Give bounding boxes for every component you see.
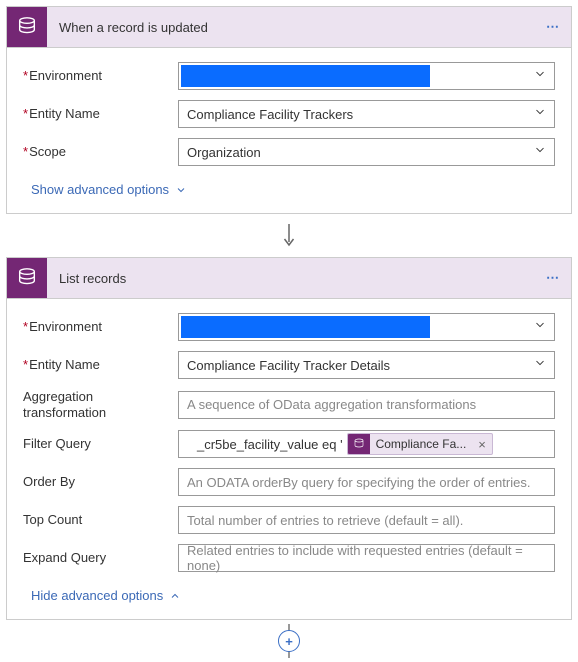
dataverse-icon	[7, 258, 47, 298]
filter-query-label: Filter Query	[23, 436, 178, 452]
trigger-card: When a record is updated ⋯ *Environment …	[6, 6, 572, 214]
add-step-button[interactable]: +	[278, 630, 300, 652]
action-body: *Environment *Entity Name Compliance Fac…	[7, 298, 571, 619]
chevron-down-icon	[175, 184, 187, 196]
entity-name-label: *Entity Name	[23, 357, 178, 373]
aggregation-label: Aggregation transformation	[23, 389, 178, 420]
scope-label: *Scope	[23, 144, 178, 160]
trigger-title: When a record is updated	[47, 20, 546, 35]
environment-label: *Environment	[23, 68, 178, 84]
scope-select[interactable]: Organization	[178, 138, 555, 166]
environment-label: *Environment	[23, 319, 178, 335]
action-menu-button[interactable]: ⋯	[546, 270, 561, 286]
filter-prefix-text: _cr5be_facility_value eq '	[183, 437, 343, 452]
filter-query-input[interactable]: _cr5be_facility_value eq ' Compliance Fa…	[178, 430, 555, 458]
token-label: Compliance Fa...	[370, 437, 473, 451]
trigger-menu-button[interactable]: ⋯	[546, 19, 561, 35]
dataverse-icon	[348, 433, 370, 455]
order-by-label: Order By	[23, 474, 178, 490]
environment-value-redacted	[181, 65, 430, 87]
chevron-up-icon	[169, 590, 181, 602]
action-title: List records	[47, 271, 546, 286]
expand-query-input[interactable]: Related entries to include with requeste…	[178, 544, 555, 572]
entity-name-select[interactable]: Compliance Facility Tracker Details	[178, 351, 555, 379]
top-count-input[interactable]: Total number of entries to retrieve (def…	[178, 506, 555, 534]
flow-arrow-icon	[6, 224, 572, 251]
trigger-header[interactable]: When a record is updated ⋯	[7, 7, 571, 47]
expand-query-label: Expand Query	[23, 550, 178, 566]
add-step-area: +	[6, 630, 572, 656]
action-card: List records ⋯ *Environment *Entity Name…	[6, 257, 572, 620]
token-remove-button[interactable]: ×	[472, 437, 492, 452]
entity-name-select[interactable]: Compliance Facility Trackers	[178, 100, 555, 128]
entity-name-label: *Entity Name	[23, 106, 178, 122]
dynamic-content-token[interactable]: Compliance Fa... ×	[347, 433, 493, 455]
aggregation-input[interactable]: A sequence of OData aggregation transfor…	[178, 391, 555, 419]
top-count-label: Top Count	[23, 512, 178, 528]
dataverse-icon	[7, 7, 47, 47]
environment-value-redacted	[181, 316, 430, 338]
trigger-body: *Environment *Entity Name Compliance Fac…	[7, 47, 571, 213]
hide-advanced-toggle[interactable]: Hide advanced options	[31, 588, 181, 603]
action-header[interactable]: List records ⋯	[7, 258, 571, 298]
order-by-input[interactable]: An ODATA orderBy query for specifying th…	[178, 468, 555, 496]
show-advanced-toggle[interactable]: Show advanced options	[31, 182, 187, 197]
